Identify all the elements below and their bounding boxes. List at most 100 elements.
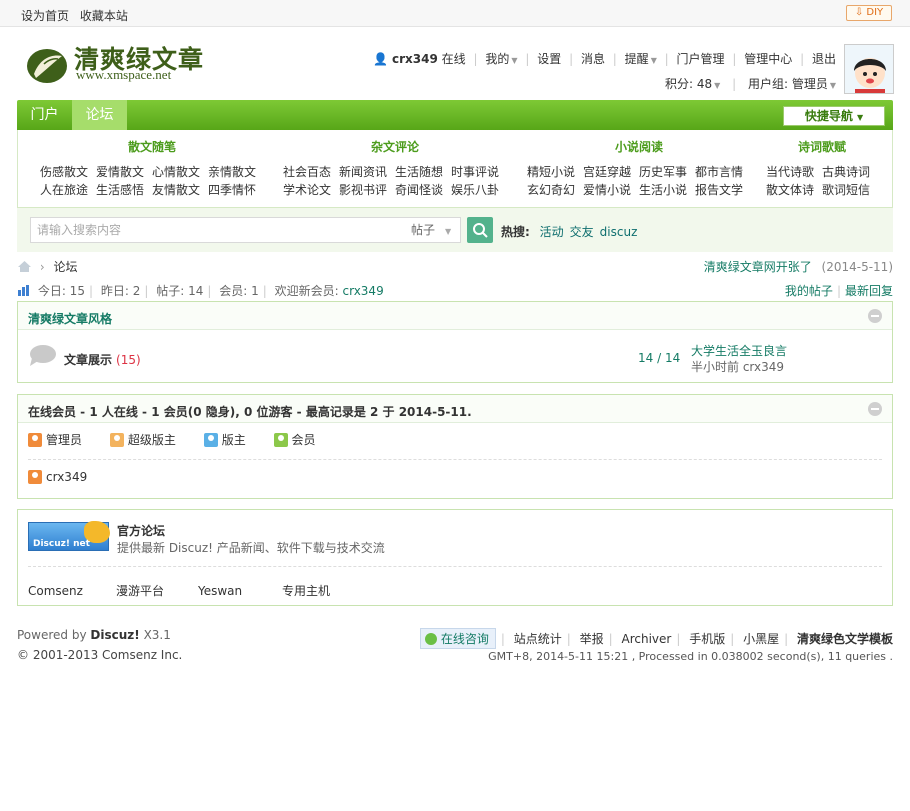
logout-link[interactable]: 退出 — [812, 52, 836, 66]
points-menu[interactable]: 积分: 48 ▼ — [665, 77, 720, 91]
site-logo[interactable]: 清爽绿文章 www.xmspace.net — [24, 40, 224, 88]
online-consult-button[interactable]: 在线咨询 — [419, 628, 496, 649]
category-link[interactable]: 爱情小说 — [583, 183, 631, 197]
category-link[interactable]: 四季情怀 — [208, 183, 256, 197]
category-link[interactable]: 学术论文 — [283, 183, 331, 197]
category-link[interactable]: 玄幻奇幻 — [527, 183, 575, 197]
forum-name-label: 文章展示 — [64, 353, 113, 367]
last-post-link[interactable]: 大学生活全玉良言 — [691, 344, 787, 358]
my-posts-link[interactable]: 我的帖子 — [785, 284, 833, 298]
settings-link[interactable]: 设置 — [537, 52, 561, 66]
category-heading[interactable]: 诗词歌赋 — [766, 138, 878, 155]
footer-link[interactable]: 举报 — [580, 632, 604, 646]
quick-nav-button[interactable]: 快捷导航 ▼ — [783, 106, 885, 126]
discuz-logo[interactable]: Discuz! net — [28, 521, 110, 551]
powered-name-link[interactable]: Discuz! — [90, 628, 139, 642]
set-home-link[interactable]: 设为首页 — [21, 9, 69, 23]
category-link[interactable]: 影视书评 — [339, 183, 387, 197]
category-link[interactable]: 奇闻怪谈 — [395, 183, 443, 197]
divider: | — [207, 284, 212, 298]
forum-bubble-icon[interactable] — [28, 344, 56, 366]
home-icon[interactable] — [18, 261, 31, 272]
category-link[interactable]: 古典诗词 — [822, 165, 870, 179]
search-button[interactable] — [467, 217, 493, 243]
collapse-icon[interactable] — [868, 402, 882, 416]
official-forum-name[interactable]: 官方论坛 — [117, 522, 165, 539]
online-status[interactable]: 在线 — [442, 52, 466, 66]
username-link[interactable]: crx349 — [392, 52, 438, 66]
usergroup-menu[interactable]: 用户组: 管理员 ▼ — [748, 77, 836, 91]
top-bar: 设为首页 收藏本站 ⇩ DIY — [0, 0, 910, 27]
category-link[interactable]: 新闻资讯 — [339, 165, 387, 179]
hot-search-link[interactable]: discuz — [600, 225, 638, 239]
category-link[interactable]: 生活小说 — [639, 183, 687, 197]
footer-link[interactable]: 小黑屋 — [743, 632, 779, 646]
category-link[interactable]: 人在旅途 — [40, 183, 88, 197]
footer-link[interactable]: 站点统计 — [514, 632, 562, 646]
friend-link[interactable]: 专用主机 — [282, 582, 330, 599]
category-link[interactable]: 精短小说 — [527, 165, 575, 179]
search-type-select[interactable]: 帖子 ▼ — [399, 217, 461, 243]
divider: | — [612, 52, 617, 66]
category-link[interactable]: 历史军事 — [639, 165, 687, 179]
online-title[interactable]: 在线会员 - 1 人在线 - 1 会员(0 隐身), 0 位游客 - 最高记录是… — [28, 403, 472, 420]
category-link[interactable]: 友情散文 — [152, 183, 200, 197]
category-link[interactable]: 伤感散文 — [40, 165, 88, 179]
forum-name[interactable]: 文章展示 (15) — [64, 351, 141, 368]
footer-link[interactable]: Archiver — [621, 632, 671, 646]
category-link[interactable]: 当代诗歌 — [766, 165, 814, 179]
category-link[interactable]: 娱乐八卦 — [451, 183, 499, 197]
announcement: 清爽绿文章网开张了 (2014-5-11) — [704, 258, 893, 275]
portal-admin-link[interactable]: 门户管理 — [677, 52, 725, 66]
category-link[interactable]: 生活感悟 — [96, 183, 144, 197]
friend-link[interactable]: 漫游平台 — [116, 582, 198, 599]
diy-button[interactable]: ⇩ DIY — [846, 5, 892, 21]
messages-link[interactable]: 消息 — [581, 52, 605, 66]
search-input[interactable]: 请输入搜索内容 — [30, 217, 423, 243]
announcement-link[interactable]: 清爽绿文章网开张了 — [704, 260, 812, 274]
forum-stats: 今日: 15 | 昨日: 2 | 帖子: 14 | 会员: 1 | 欢迎新会员: crx… — [18, 282, 384, 299]
category-link[interactable]: 时事评说 — [451, 165, 499, 179]
user-icon: 👤 — [373, 52, 389, 66]
avatar[interactable] — [844, 44, 894, 94]
category-link[interactable]: 社会百态 — [283, 165, 331, 179]
stats-today: 今日: 15 — [37, 284, 85, 298]
category-row: 人在旅途 生活感悟 友情散文 四季情怀 — [40, 181, 264, 199]
divider: | — [676, 632, 681, 646]
admin-center-link[interactable]: 管理中心 — [744, 52, 792, 66]
my-links: 我的帖子 | 最新回复 — [785, 282, 893, 299]
friend-link[interactable]: Comsenz — [28, 584, 116, 598]
latest-reply-link[interactable]: 最新回复 — [845, 284, 893, 298]
forum-group-title[interactable]: 清爽绿文章风格 — [28, 310, 112, 327]
category-link[interactable]: 歌词短信 — [822, 183, 870, 197]
category-link[interactable]: 散文体诗 — [766, 183, 814, 197]
search-bar: 请输入搜索内容 帖子 ▼ 热搜: 活动 交友 discuz — [17, 208, 893, 252]
category-link[interactable]: 心情散文 — [152, 165, 200, 179]
footer-link[interactable]: 手机版 — [689, 632, 725, 646]
tab-forum[interactable]: 论坛 — [72, 100, 127, 130]
hot-search-link[interactable]: 交友 — [570, 225, 594, 239]
breadcrumb-current[interactable]: 论坛 — [53, 260, 77, 274]
category-heading[interactable]: 杂文评论 — [283, 138, 507, 155]
mine-menu[interactable]: 我的 ▼ — [485, 52, 517, 66]
category-link[interactable]: 亲情散文 — [208, 165, 256, 179]
category-link[interactable]: 宫廷穿越 — [583, 165, 631, 179]
category-link[interactable]: 都市言情 — [695, 165, 743, 179]
online-member-link[interactable]: crx349 — [46, 470, 87, 484]
category-heading[interactable]: 散文随笔 — [40, 138, 264, 155]
category-link[interactable]: 爱情散文 — [96, 165, 144, 179]
template-link[interactable]: 清爽绿色文学模板 — [797, 632, 893, 646]
legend-item: 管理员 — [28, 433, 82, 447]
category-link[interactable]: 生活随想 — [395, 165, 443, 179]
hot-search-link[interactable]: 活动 — [540, 225, 564, 239]
newest-member-link[interactable]: crx349 — [342, 284, 383, 298]
quick-nav-label: 快捷导航 — [804, 109, 853, 123]
category-link[interactable]: 报告文学 — [695, 183, 743, 197]
tab-portal[interactable]: 门户 — [17, 100, 72, 130]
friend-link[interactable]: Yeswan — [198, 584, 282, 598]
collapse-icon[interactable] — [868, 309, 882, 323]
divider: | — [836, 284, 841, 298]
bookmark-link[interactable]: 收藏本站 — [80, 9, 128, 23]
remind-menu[interactable]: 提醒 ▼ — [625, 52, 657, 66]
category-heading[interactable]: 小说阅读 — [527, 138, 751, 155]
